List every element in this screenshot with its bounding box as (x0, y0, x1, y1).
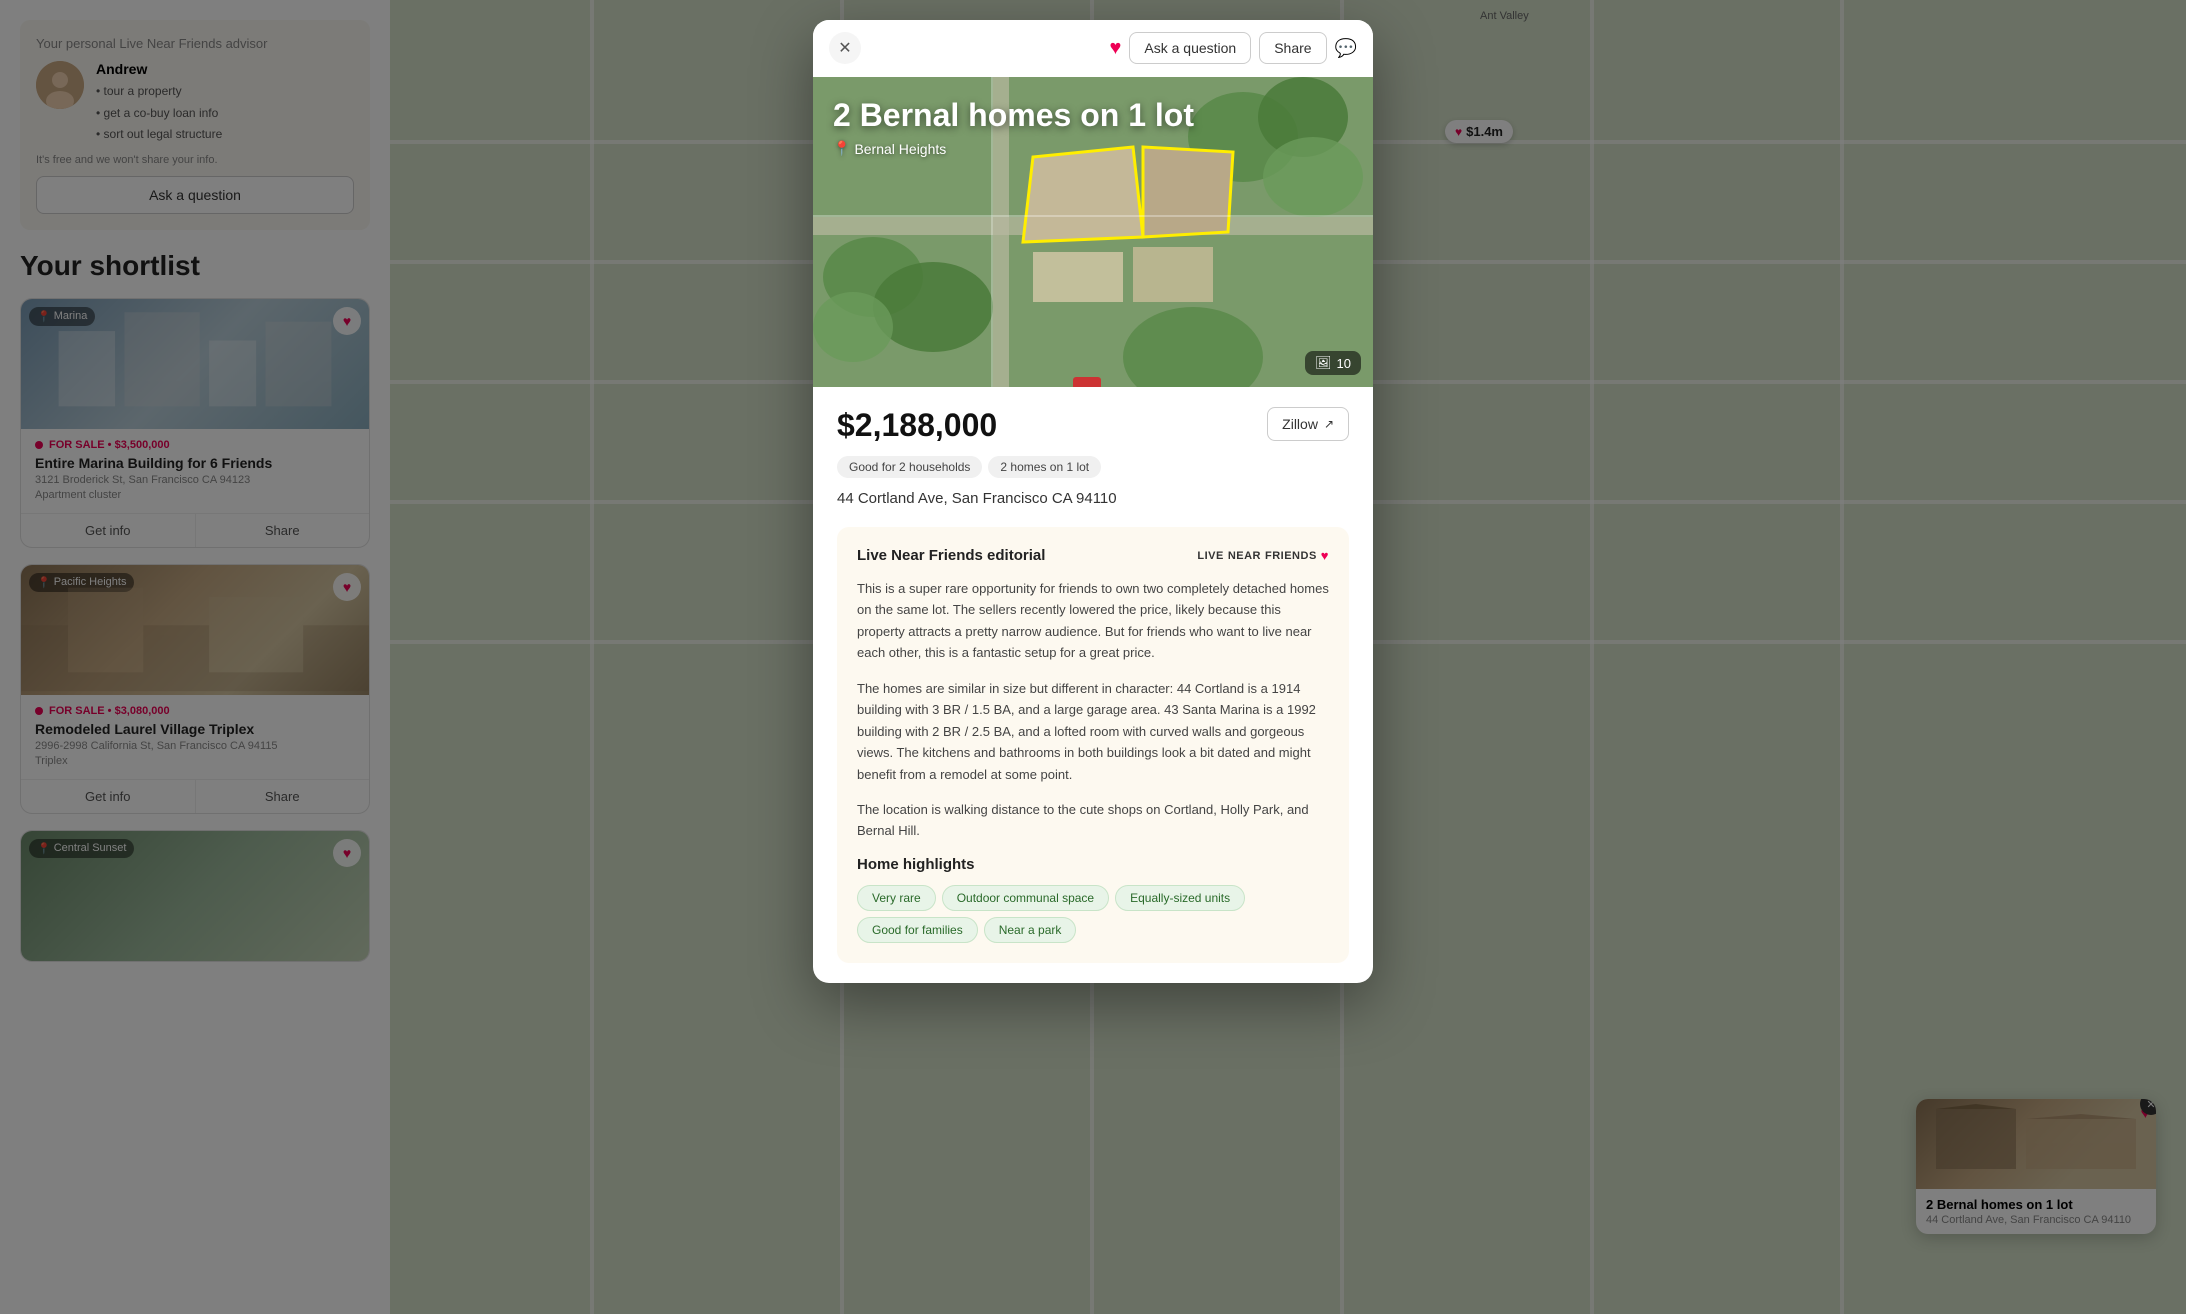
highlights-tags: Very rare Outdoor communal space Equally… (857, 885, 1329, 943)
modal: ✕ ♥ Ask a question Share 💬 (813, 20, 1373, 983)
editorial-para-2: The homes are similar in size but differ… (857, 678, 1329, 785)
external-link-icon: ↗ (1324, 417, 1334, 431)
highlight-families: Good for families (857, 917, 978, 943)
modal-overlay[interactable]: ✕ ♥ Ask a question Share 💬 (0, 0, 2186, 1314)
editorial-para-3: The location is walking distance to the … (857, 799, 1329, 842)
lnf-heart-icon: ♥ (1321, 548, 1329, 563)
lnf-logo-near: NEAR (1228, 550, 1261, 562)
location-pin-icon: 📍 (833, 140, 850, 157)
photo-count: 10 (1337, 356, 1351, 371)
modal-chat-btn[interactable]: 💬 (1335, 38, 1357, 59)
highlights-title: Home highlights (857, 856, 1329, 873)
modal-header-bar: ✕ ♥ Ask a question Share 💬 (813, 20, 1373, 77)
modal-close-btn[interactable]: ✕ (829, 32, 861, 64)
tags-row: Good for 2 households 2 homes on 1 lot (837, 456, 1349, 478)
photo-count-badge: 🖼 10 (1305, 351, 1361, 375)
lnf-logo-text: LIVE (1197, 550, 1223, 562)
editorial-header: Live Near Friends editorial LIVE NEAR FR… (857, 547, 1329, 564)
property-title-overlay: 2 Bernal homes on 1 lot 📍 Bernal Heights (833, 97, 1194, 157)
zillow-button[interactable]: Zillow ↗ (1267, 407, 1349, 441)
property-image: 2 Bernal homes on 1 lot 📍 Bernal Heights… (813, 77, 1373, 387)
modal-ask-question-btn[interactable]: Ask a question (1129, 32, 1251, 64)
tag-homes: 2 homes on 1 lot (988, 456, 1101, 478)
property-address: 44 Cortland Ave, San Francisco CA 94110 (837, 490, 1349, 507)
tag-households: Good for 2 households (837, 456, 982, 478)
highlight-park: Near a park (984, 917, 1077, 943)
property-price: $2,188,000 (837, 407, 997, 444)
highlight-very-rare: Very rare (857, 885, 936, 911)
zillow-label: Zillow (1282, 416, 1318, 432)
modal-body: $2,188,000 Zillow ↗ Good for 2 household… (813, 387, 1373, 983)
editorial-section: Live Near Friends editorial LIVE NEAR FR… (837, 527, 1349, 963)
property-location: 📍 Bernal Heights (833, 140, 1194, 157)
property-location-text: Bernal Heights (854, 141, 946, 157)
price-row: $2,188,000 Zillow ↗ (837, 407, 1349, 444)
editorial-title: Live Near Friends editorial (857, 547, 1045, 564)
modal-heart-btn[interactable]: ♥ (1110, 37, 1122, 60)
modal-header-actions: ♥ Ask a question Share 💬 (1110, 32, 1358, 64)
photo-icon: 🖼 (1315, 355, 1332, 371)
lnf-logo-friends: FRIENDS (1265, 550, 1317, 562)
highlight-outdoor: Outdoor communal space (942, 885, 1109, 911)
editorial-para-1: This is a super rare opportunity for fri… (857, 578, 1329, 664)
highlight-equal-units: Equally-sized units (1115, 885, 1245, 911)
lnf-logo: LIVE NEAR FRIENDS ♥ (1197, 548, 1329, 563)
property-title: 2 Bernal homes on 1 lot (833, 97, 1194, 134)
modal-share-btn[interactable]: Share (1259, 32, 1326, 64)
